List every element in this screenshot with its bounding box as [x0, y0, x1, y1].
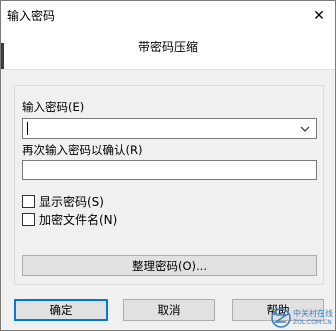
- zol-watermark: 中关村在线 ZOL.COM.CN: [271, 308, 333, 328]
- encrypt-filenames-label: 加密文件名(N): [39, 212, 118, 227]
- encrypt-filenames-checkbox[interactable]: [22, 212, 35, 226]
- close-button[interactable]: ✕: [303, 1, 335, 30]
- title-bar: 输入密码 ✕: [1, 1, 335, 30]
- password-dialog: 输入密码 ✕ 带密码压缩 输入密码(E) 再次输入密码以确认(R) 显示密码(S…: [0, 0, 336, 331]
- confirm-password-field[interactable]: [22, 160, 317, 180]
- watermark-en: ZOL.COM.CN: [293, 319, 332, 326]
- chevron-down-icon: [300, 126, 310, 132]
- close-icon: ✕: [313, 7, 325, 24]
- dialog-heading: 带密码压缩: [137, 40, 198, 54]
- confirm-password-label: 再次输入密码以确认(R): [22, 143, 143, 157]
- watermark-cn: 中关村在线: [293, 309, 333, 318]
- window-title: 输入密码: [7, 9, 56, 23]
- password-dropdown-button[interactable]: [297, 120, 313, 137]
- ok-button[interactable]: 确定: [14, 299, 108, 321]
- window-edge-mark: [1, 43, 4, 69]
- cancel-button[interactable]: 取消: [123, 299, 215, 321]
- organize-passwords-button[interactable]: 整理密码(O)...: [22, 255, 317, 276]
- show-password-label: 显示密码(S): [39, 194, 104, 209]
- password-label: 输入密码(E): [22, 100, 85, 114]
- zol-logo-icon: [271, 308, 291, 328]
- text-caret: [27, 122, 28, 135]
- show-password-checkbox[interactable]: [22, 194, 35, 208]
- show-password-option[interactable]: 显示密码(S): [22, 194, 104, 209]
- header-band: 带密码压缩: [1, 30, 335, 70]
- encrypt-filenames-option[interactable]: 加密文件名(N): [22, 212, 118, 227]
- password-combobox[interactable]: [22, 118, 317, 139]
